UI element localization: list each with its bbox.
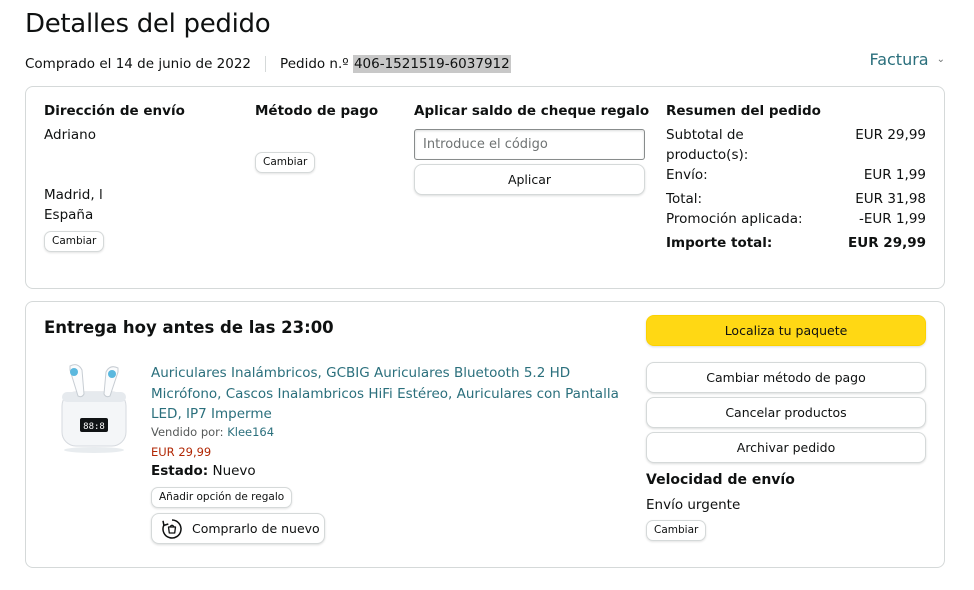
- status-label: Estado:: [151, 463, 209, 479]
- change-payment-button[interactable]: Cambiar: [255, 152, 316, 173]
- promo-value: -EUR 1,99: [858, 211, 926, 227]
- order-prefix: Pedido n.º: [280, 56, 349, 72]
- archive-order-button[interactable]: Archivar pedido: [646, 432, 926, 463]
- seller-info: Vendido por: Klee164: [151, 425, 274, 439]
- shipping-city: Madrid, l: [44, 187, 103, 203]
- buy-again-label: Comprarlo de nuevo: [192, 521, 320, 536]
- delivery-title: Entrega hoy antes de las 23:00: [44, 318, 334, 337]
- subtotal-label-2: producto(s):: [666, 147, 749, 163]
- subtotal-label-1: Subtotal de: [666, 127, 744, 143]
- order-summary-box: Dirección de envío Adriano Madrid, l Esp…: [25, 86, 945, 289]
- gift-heading: Aplicar saldo de cheque regalo: [414, 103, 650, 119]
- purchase-date: Comprado el 14 de junio de 2022: [25, 56, 252, 72]
- product-image[interactable]: 88:8: [56, 360, 132, 456]
- order-meta: Comprado el 14 de junio de 2022 Pedido n…: [25, 55, 511, 73]
- invoice-label: Factura: [869, 50, 929, 69]
- case-led-display: 88:8: [83, 422, 105, 432]
- shipping-heading: Dirección de envío: [44, 103, 185, 119]
- grand-total-value: EUR 29,99: [848, 235, 926, 251]
- reorder-icon: [162, 518, 182, 539]
- payment-heading: Método de pago: [255, 103, 379, 119]
- cancel-products-button[interactable]: Cancelar productos: [646, 397, 926, 428]
- status-value: Nuevo: [212, 463, 256, 479]
- change-payment-method-button[interactable]: Cambiar método de pago: [646, 362, 926, 393]
- seller-link[interactable]: Klee164: [227, 425, 274, 439]
- chevron-down-icon: ⌄: [936, 54, 945, 65]
- total-label: Total:: [666, 191, 703, 207]
- buy-again-button[interactable]: Comprarlo de nuevo: [151, 513, 325, 544]
- gift-code-input[interactable]: [414, 129, 645, 160]
- track-package-button[interactable]: Localiza tu paquete: [646, 315, 926, 346]
- shipping-cost-label: Envío:: [666, 167, 708, 183]
- promo-label: Promoción aplicada:: [666, 211, 803, 227]
- invoice-dropdown[interactable]: Factura ⌄: [869, 50, 945, 69]
- shipping-country: España: [44, 207, 94, 223]
- product-status: Estado: Nuevo: [151, 463, 256, 479]
- shipping-speed-heading: Velocidad de envío: [646, 472, 795, 488]
- change-shipping-speed-button[interactable]: Cambiar: [646, 520, 707, 541]
- apply-gift-button[interactable]: Aplicar: [414, 164, 645, 195]
- total-value: EUR 31,98: [855, 191, 926, 207]
- delivery-box: Entrega hoy antes de las 23:00 88:8 Auri…: [25, 301, 945, 568]
- sold-by-label: Vendido por:: [151, 425, 224, 439]
- page-title: Detalles del pedido: [25, 9, 271, 39]
- product-title-link[interactable]: Auriculares Inalámbricos, GCBIG Auricula…: [151, 363, 621, 425]
- shipping-name: Adriano: [44, 127, 96, 143]
- order-number: 406-1521519-6037912: [352, 55, 511, 73]
- grand-total-label: Importe total:: [666, 235, 773, 251]
- meta-divider: [265, 56, 267, 72]
- shipping-cost-value: EUR 1,99: [863, 167, 926, 183]
- add-gift-option-button[interactable]: Añadir opción de regalo: [151, 487, 293, 508]
- subtotal-value: EUR 29,99: [855, 127, 926, 143]
- shipping-speed-value: Envío urgente: [646, 497, 741, 513]
- summary-heading: Resumen del pedido: [666, 103, 821, 119]
- product-price: EUR 29,99: [151, 445, 212, 459]
- change-address-button[interactable]: Cambiar: [44, 231, 105, 252]
